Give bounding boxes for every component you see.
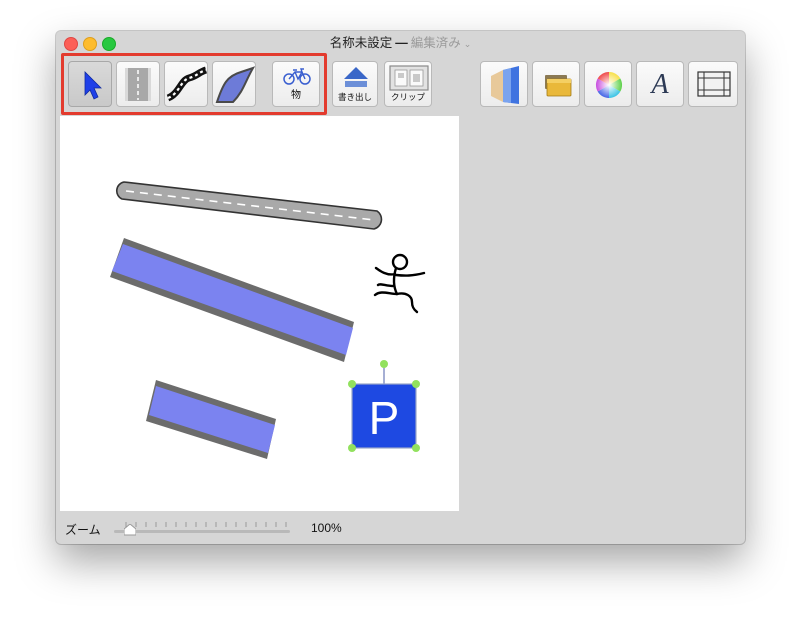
layers-icon <box>491 66 519 104</box>
grid-icon <box>697 71 731 97</box>
parking-sign-letter: P <box>369 392 400 444</box>
resize-handle-tr[interactable] <box>412 380 420 388</box>
export-label: 書き出し <box>337 92 372 102</box>
zoom-value: 100% <box>311 521 342 535</box>
document-status[interactable]: 編集済み <box>411 36 461 50</box>
select-tool-button[interactable] <box>68 61 112 107</box>
chevron-down-icon[interactable]: ⌄ <box>464 39 472 49</box>
folder-icon <box>545 75 572 97</box>
zoom-slider-track[interactable] <box>114 530 290 533</box>
resize-handle-bl[interactable] <box>348 444 356 452</box>
curved-road-icon <box>166 66 208 102</box>
upload-arrow-icon <box>344 67 368 87</box>
font-icon: A <box>651 69 669 100</box>
clip-label: クリップ <box>390 92 425 102</box>
clip-button[interactable]: クリップ <box>384 61 432 107</box>
zoom-button[interactable] <box>102 37 116 51</box>
canvas-drawing: P <box>110 181 426 459</box>
road-tool-button[interactable] <box>116 61 160 107</box>
curved-road-tool-button[interactable] <box>164 61 208 107</box>
rotate-handle[interactable] <box>380 360 388 368</box>
grid-button[interactable] <box>688 61 738 107</box>
drawing-canvas[interactable]: P <box>60 116 459 511</box>
zoom-ticks <box>125 522 287 527</box>
title-bar: 名称未設定 — 編集済み ⌄ <box>56 31 745 55</box>
river-icon <box>215 66 256 103</box>
export-button[interactable]: 書き出し <box>332 61 378 107</box>
fonts-button[interactable]: A <box>636 61 684 107</box>
folder-button[interactable] <box>532 61 580 107</box>
app-window: 名称未設定 — 編集済み ⌄ 物 書き出し クリップ A P ズーム 100% <box>56 31 745 544</box>
layers-button[interactable] <box>480 61 528 107</box>
blue-river-small[interactable] <box>146 380 276 459</box>
close-button[interactable] <box>64 37 78 51</box>
resize-handle-br[interactable] <box>412 444 420 452</box>
arrow-pointer-icon <box>84 71 102 100</box>
colors-button[interactable] <box>584 61 632 107</box>
stick-figure-icon[interactable] <box>373 253 426 314</box>
blue-river-large[interactable] <box>110 238 354 362</box>
parking-sign[interactable]: P <box>348 360 420 452</box>
resize-handle-tl[interactable] <box>348 380 356 388</box>
zoom-slider-knob[interactable] <box>124 524 136 536</box>
object-tool-label: 物 <box>291 90 301 101</box>
title-separator: — <box>395 36 408 50</box>
gray-road[interactable] <box>116 181 383 230</box>
river-tool-button[interactable] <box>212 61 256 107</box>
straight-road-icon <box>125 68 151 101</box>
object-tool-button[interactable]: 物 <box>272 61 320 107</box>
minimize-button[interactable] <box>83 37 97 51</box>
clipboard-icon <box>389 65 429 91</box>
window-title: 名称未設定 <box>329 36 393 50</box>
color-wheel-icon <box>595 71 623 99</box>
zoom-label: ズーム <box>65 523 101 537</box>
